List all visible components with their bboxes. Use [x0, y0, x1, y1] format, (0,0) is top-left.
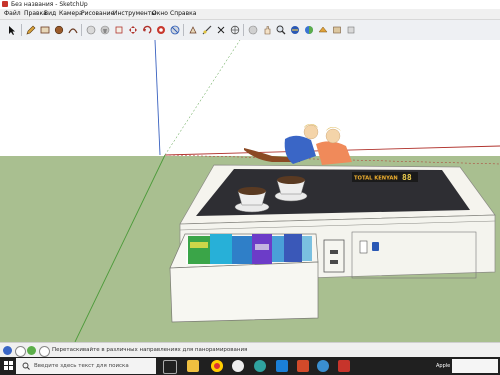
paint-bucket-icon[interactable]: [98, 23, 112, 37]
pan-icon[interactable]: [260, 23, 274, 37]
media-app-icon[interactable]: [297, 360, 309, 372]
zoom-icon[interactable]: [274, 23, 288, 37]
offset-icon[interactable]: [186, 23, 200, 37]
app-icon[interactable]: [317, 360, 329, 372]
pencil-icon[interactable]: [24, 23, 38, 37]
push-pull-icon[interactable]: [112, 23, 126, 37]
panel-badge: [372, 242, 379, 251]
menu-draw[interactable]: Рисование: [81, 9, 114, 19]
sketchup-taskbar-icon[interactable]: [338, 360, 350, 372]
tray-text: Apple: [436, 363, 451, 369]
menu-help[interactable]: Справка: [170, 9, 196, 19]
scale-icon[interactable]: [168, 23, 182, 37]
previous-view-icon[interactable]: [302, 23, 316, 37]
edge-icon[interactable]: [254, 360, 266, 372]
credits-icon[interactable]: [15, 346, 26, 357]
status-hint: Перетаскивайте в различных направлениях …: [52, 347, 248, 353]
walk-icon[interactable]: [330, 23, 344, 37]
drink-can: [284, 234, 302, 262]
coffee-cup: [274, 176, 308, 202]
menu-file[interactable]: Файл: [4, 9, 21, 19]
display-number: 88: [402, 173, 412, 182]
user-icon[interactable]: [27, 346, 36, 355]
search-placeholder: Введите здесь текст для поиска: [34, 363, 129, 369]
chrome-icon[interactable]: [211, 360, 223, 372]
status-bar: Перетаскивайте в различных направлениях …: [0, 342, 500, 358]
arc-icon[interactable]: [66, 23, 80, 37]
search-icon: [22, 362, 30, 370]
axes-icon[interactable]: [228, 23, 242, 37]
wall-outlet: [323, 239, 345, 273]
fridge-front: [169, 261, 319, 323]
follow-me-icon[interactable]: [154, 23, 168, 37]
taskbar-search-box[interactable]: Введите здесь текст для поиска: [16, 358, 156, 374]
menu-window[interactable]: Окно: [152, 9, 168, 19]
orbit-icon[interactable]: [246, 23, 260, 37]
sketchup-window: Без названия - SketchUp Файл Правка Вид …: [0, 0, 500, 375]
sketchup-logo-icon: [2, 1, 8, 7]
window-title: Без названия - SketchUp: [11, 1, 88, 8]
move-icon[interactable]: [126, 23, 140, 37]
geo-location-icon[interactable]: [3, 346, 12, 355]
extension-icon[interactable]: [344, 23, 358, 37]
drink-can: [302, 236, 312, 261]
drink-can: [188, 236, 210, 264]
windows-start-icon[interactable]: [4, 361, 14, 371]
tape-measure-icon[interactable]: [200, 23, 214, 37]
select-icon[interactable]: [5, 23, 19, 37]
menu-bar: Файл Правка Вид Камера Рисование Инструм…: [0, 9, 500, 20]
text-icon[interactable]: [214, 23, 228, 37]
score-display: TOTAL KENYAN 88: [352, 172, 418, 182]
windows-taskbar: Введите здесь текст для поиска Apple: [0, 357, 500, 375]
task-view-icon[interactable]: [163, 360, 177, 374]
drink-can: [210, 234, 232, 264]
toolbar: [0, 20, 500, 41]
section-plane-icon[interactable]: [316, 23, 330, 37]
menu-camera[interactable]: Камера: [59, 9, 83, 19]
title-bar: Без названия - SketchUp: [0, 0, 500, 9]
tray-input[interactable]: [452, 359, 498, 373]
drink-can: [232, 236, 252, 264]
menu-tools[interactable]: Инструменты: [113, 9, 156, 19]
panel-switch: [359, 240, 368, 254]
rotate-icon[interactable]: [140, 23, 154, 37]
help-icon[interactable]: [39, 346, 50, 357]
green-axis-negative: [164, 40, 241, 156]
eraser-icon[interactable]: [84, 23, 98, 37]
figure-shirt: [316, 141, 352, 165]
figures-group: [244, 124, 352, 165]
menu-view[interactable]: Вид: [44, 9, 56, 19]
display-label: TOTAL KENYAN: [354, 176, 398, 182]
drink-can: [272, 236, 284, 262]
circle-app-icon[interactable]: [232, 360, 244, 372]
drinks-fridge: [169, 233, 319, 323]
rectangle-icon[interactable]: [38, 23, 52, 37]
file-explorer-icon[interactable]: [187, 360, 199, 372]
circle-icon[interactable]: [52, 23, 66, 37]
zoom-extents-icon[interactable]: [288, 23, 302, 37]
figure-head: [303, 124, 319, 140]
blue-axis: [154, 40, 161, 156]
figure-head: [325, 128, 341, 144]
modeling-viewport[interactable]: TOTAL KENYAN 88: [0, 40, 500, 342]
scene-canvas: TOTAL KENYAN 88: [0, 40, 500, 342]
store-icon[interactable]: [276, 360, 288, 372]
